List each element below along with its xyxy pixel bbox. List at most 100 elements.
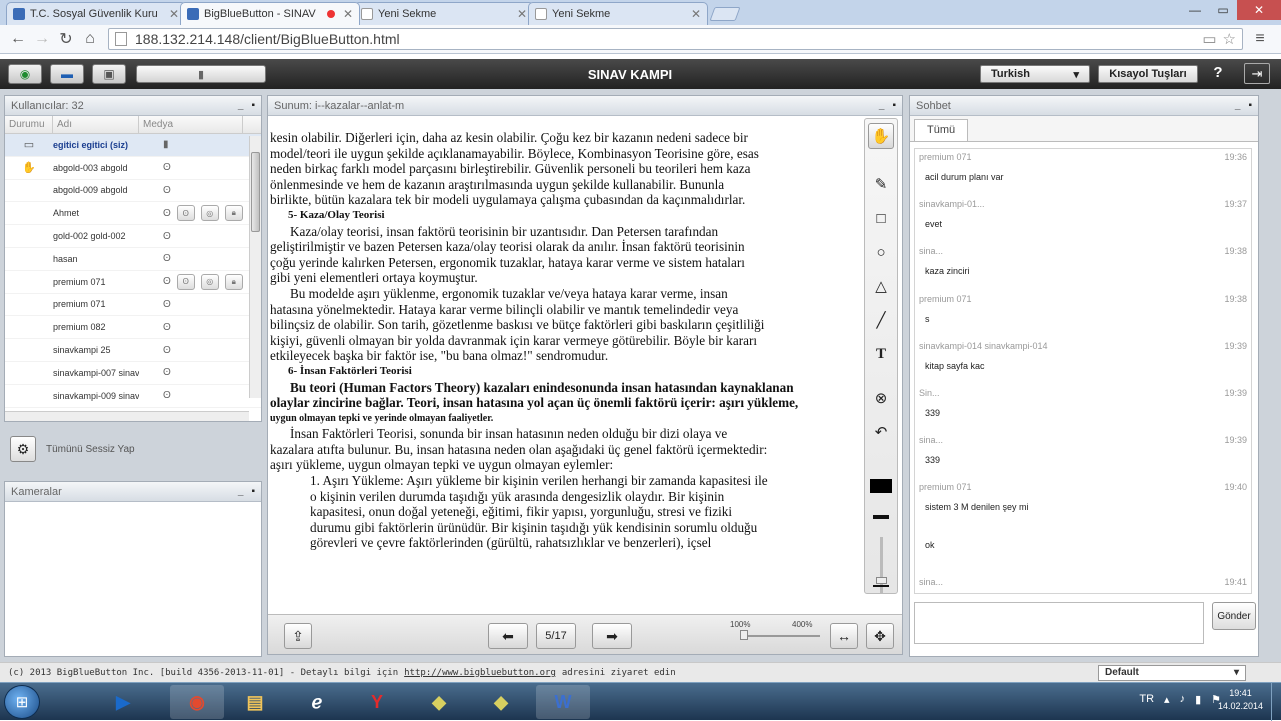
upload-icon[interactable]: ⇪ [284,623,312,649]
maximize-icon[interactable]: ▪ [251,100,255,111]
bookmark-star-icon[interactable]: ☆ [1223,30,1236,48]
slider-knob[interactable] [876,577,887,584]
hand-pan-icon[interactable]: ✋ [868,123,894,149]
yandex-icon[interactable]: Y [350,685,404,719]
show-desktop-button[interactable] [1271,683,1281,721]
text-tool-icon[interactable]: T [868,341,894,367]
pencil-icon[interactable]: ✎ [868,171,894,197]
page-indicator[interactable]: 5/17 [536,623,576,649]
show-hidden-icon[interactable]: ▴ [1164,693,1170,706]
zoom-slider[interactable] [740,630,820,640]
lock-icon[interactable]: 🔒︎ [224,205,243,222]
home-icon[interactable]: ⌂ [78,28,102,50]
user-row[interactable]: premium 071 ʘ [5,294,261,317]
lock-icon[interactable]: 🔒︎ [224,273,243,290]
internet-explorer-icon[interactable]: ℯ [290,685,344,719]
previous-slide-button[interactable]: ⬅ [488,623,528,649]
headset-icon[interactable]: ◉ [8,64,42,84]
undo-icon[interactable]: ↶ [868,419,894,445]
reload-icon[interactable]: ↻ [54,28,78,50]
scrollbar-thumb[interactable] [251,152,260,232]
fit-width-icon[interactable]: ↔ [830,623,858,649]
chat-input[interactable] [914,602,1204,644]
clock[interactable]: 19:41 14.02.2014 [1218,687,1263,713]
user-row[interactable]: abgold-009 abgold ʘ [5,180,261,203]
zoom-slider-knob[interactable] [740,630,748,640]
close-tab-icon[interactable]: ✕ [343,7,353,21]
folder-icon[interactable]: ▤ [228,685,282,719]
user-row[interactable]: hasan ʘ [5,248,261,271]
maximize-icon[interactable]: ▭ [1209,0,1237,20]
media-player-icon[interactable]: ▶ [96,685,150,719]
address-bar[interactable]: 188.132.214.148/client/BigBlueButton.htm… [108,28,1243,50]
user-row[interactable]: premium 071 ʘ ʘ ◎ 🔒︎ [5,271,261,294]
rectangle-icon[interactable]: □ [868,205,894,231]
cast-icon[interactable]: ▭ [1202,30,1216,48]
webcam-icon[interactable]: ▬ [50,64,84,84]
new-tab-button[interactable] [709,7,741,21]
language-select[interactable]: Turkish ▾ [980,65,1090,83]
forward-arrow-icon[interactable]: → [30,28,54,50]
word-icon[interactable]: W [536,685,590,719]
minimize-icon[interactable]: _ [1235,100,1241,111]
user-row[interactable]: ✋ abgold-003 abgold ʘ [5,157,261,180]
back-arrow-icon[interactable]: ← [6,28,30,50]
ellipse-icon[interactable]: ○ [868,239,894,265]
column-header-name[interactable]: Adı [53,116,139,133]
browser-tab-bbb[interactable]: BigBlueButton - SINAV ✕ [180,2,360,25]
close-window-icon[interactable]: ✕ [1237,0,1281,20]
start-button[interactable]: ⊞ [4,685,40,719]
gear-icon[interactable]: ⚙ [10,436,36,462]
shortcut-keys-button[interactable]: Kısayol Tuşları [1098,65,1198,83]
user-row[interactable]: Ahmet ʘ ʘ ◎ 🔒︎ [5,202,261,226]
user-row[interactable]: sinavkampi-007 sinavkampi ʘ [5,362,261,385]
app-icon[interactable]: ◆ [474,685,528,719]
close-tab-icon[interactable]: ✕ [691,7,701,21]
close-tab-icon[interactable]: ✕ [169,7,179,21]
browser-tab-new-1[interactable]: Yeni Sekme ✕ [354,2,534,25]
user-row[interactable]: premium 082 ʘ [5,316,261,340]
help-button[interactable]: ? [1208,64,1228,81]
menu-icon[interactable]: ≡ [1249,30,1271,48]
network-icon[interactable]: ▮ [1195,693,1201,706]
chrome-icon[interactable]: ◉ [170,685,224,719]
mute-all-label[interactable]: Tümünü Sessiz Yap [46,444,135,455]
logout-icon[interactable]: ⇥ [1244,63,1270,84]
triangle-icon[interactable]: △ [868,273,894,299]
tab-all[interactable]: Tümü [914,119,969,141]
next-slide-button[interactable]: ➡ [592,623,632,649]
mute-user-button[interactable]: ʘ [176,273,195,290]
webcam-icon[interactable]: ◎ [200,205,219,222]
language-indicator[interactable]: TR [1139,693,1154,706]
minimize-icon[interactable]: _ [238,486,244,497]
user-row[interactable]: gold-002 gold-002 ʘ [5,225,261,248]
line-icon[interactable]: ╱ [868,307,894,333]
bbb-link[interactable]: http://www.bigbluebutton.org [404,668,556,678]
column-header-status[interactable]: Durumu [5,116,53,133]
browser-tab-new-2[interactable]: Yeni Sekme ✕ [528,2,708,25]
user-row[interactable]: sinavkampi-009 sinavkampi ʘ [5,385,261,408]
volume-icon[interactable]: ♪ [1180,693,1186,706]
clear-board-icon[interactable]: ⊗ [868,385,894,411]
chat-scrollbar[interactable] [1246,152,1256,590]
maximize-icon[interactable]: ▪ [251,486,255,497]
slide-content[interactable]: kesin olabilir. Diğerleri için, daha az … [268,116,860,614]
browser-tab-sgk[interactable]: T.C. Sosyal Güvenlik Kuru ✕ [6,2,186,25]
minimize-icon[interactable]: — [1181,0,1209,20]
user-row[interactable]: ▭ egitici egitici (siz) ▮ [5,134,261,157]
close-tab-icon[interactable]: ✕ [517,7,527,21]
user-row[interactable]: sinavkampi 25 ʘ [5,339,261,362]
app-icon[interactable]: ◆ [412,685,466,719]
layout-select[interactable]: Default ▾ [1098,665,1246,681]
users-scrollbar[interactable] [249,136,261,398]
maximize-icon[interactable]: ▪ [892,100,896,111]
move-icon[interactable]: ✥ [866,623,894,649]
webcam-icon[interactable]: ◎ [200,273,219,290]
desktop-share-icon[interactable]: ▣ [92,64,126,84]
send-button[interactable]: Gönder [1212,602,1256,630]
minimize-icon[interactable]: _ [238,100,244,111]
minimize-icon[interactable]: _ [879,100,885,111]
column-header-media[interactable]: Medya [139,116,243,133]
users-hscrollbar[interactable] [5,411,249,421]
color-picker[interactable] [870,479,892,493]
